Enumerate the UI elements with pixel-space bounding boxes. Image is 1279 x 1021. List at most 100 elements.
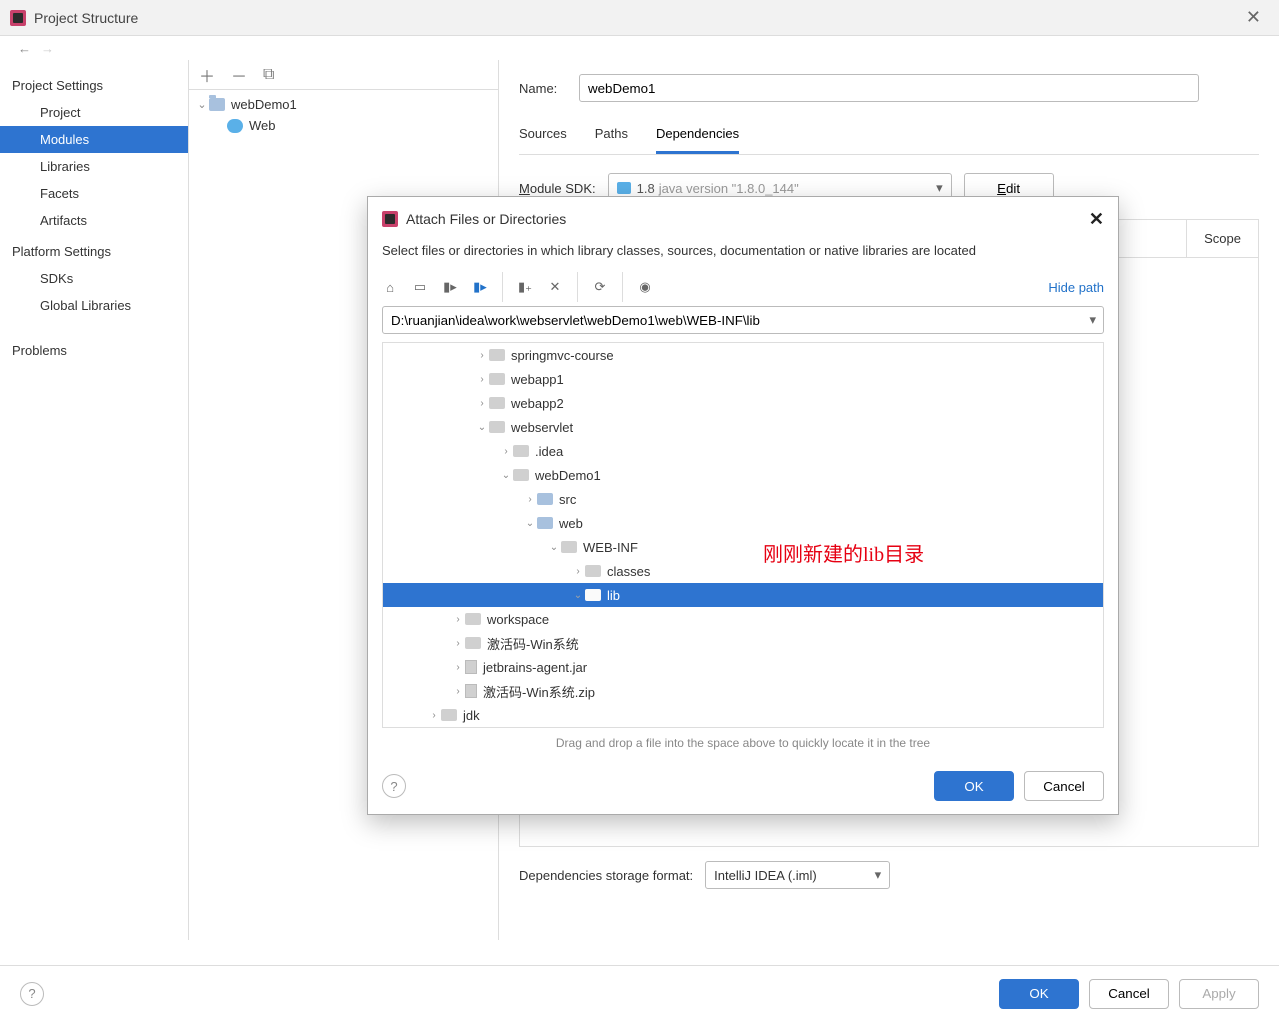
apply-button: Apply: [1179, 979, 1259, 1009]
chevron-icon[interactable]: ⌄: [499, 470, 513, 481]
folder-icon: [441, 709, 457, 721]
sdk-version: java version "1.8.0_144": [659, 181, 799, 196]
sidebar-item-facets[interactable]: Facets: [0, 180, 188, 207]
storage-label: Dependencies storage format:: [519, 868, 693, 883]
window-close-icon[interactable]: ✕: [1238, 7, 1269, 28]
folder-icon: [465, 613, 481, 625]
intellij-icon: [10, 10, 26, 26]
tab-paths[interactable]: Paths: [595, 120, 628, 154]
cancel-button[interactable]: Cancel: [1089, 979, 1169, 1009]
desktop-icon[interactable]: ▭: [412, 279, 428, 295]
tab-dependencies[interactable]: Dependencies: [656, 120, 739, 154]
file-tree-row[interactable]: ›src: [383, 487, 1103, 511]
file-tree-row[interactable]: ⌄webDemo1: [383, 463, 1103, 487]
file-tree-row[interactable]: ⌄ WEB-INF: [383, 535, 1103, 559]
delete-icon[interactable]: ✕: [547, 279, 563, 295]
module-name-input[interactable]: [579, 74, 1199, 102]
section-platform-settings: Platform Settings: [0, 234, 188, 265]
file-tree-label: WEB-INF: [583, 540, 638, 555]
project-root-icon[interactable]: ▮▸: [442, 279, 458, 295]
chevron-icon[interactable]: ›: [499, 446, 513, 457]
chevron-icon[interactable]: ›: [475, 398, 489, 409]
folder-icon: [489, 349, 505, 361]
file-tree-label: jetbrains-agent.jar: [483, 660, 587, 675]
file-tree-row[interactable]: › classes: [383, 559, 1103, 583]
chevron-down-icon[interactable]: ⌄: [195, 98, 209, 111]
sdk-name: 1.8: [637, 181, 655, 196]
file-tree-row[interactable]: ›激活码-Win系统: [383, 631, 1103, 655]
file-tree-row[interactable]: ›jdk: [383, 703, 1103, 727]
folder-icon: [561, 541, 577, 553]
sidebar-item-artifacts[interactable]: Artifacts: [0, 207, 188, 234]
name-label: Name:: [519, 81, 579, 96]
drag-hint: Drag and drop a file into the space abov…: [368, 728, 1118, 758]
scope-column-header: Scope: [1186, 220, 1258, 257]
file-tree-row[interactable]: ⌄ lib: [383, 583, 1103, 607]
chevron-icon[interactable]: ›: [523, 494, 537, 505]
file-tree-label: webapp1: [511, 372, 564, 387]
file-tree-row[interactable]: ›workspace: [383, 607, 1103, 631]
file-tree-label: lib: [607, 588, 620, 603]
chevron-icon[interactable]: ⌄: [475, 422, 489, 433]
section-project-settings: Project Settings: [0, 68, 188, 99]
file-tree-row[interactable]: ›.idea: [383, 439, 1103, 463]
sidebar-item-libraries[interactable]: Libraries: [0, 153, 188, 180]
add-icon[interactable]: ＋: [199, 63, 215, 87]
window-title: Project Structure: [34, 10, 138, 26]
file-tree-row[interactable]: ›激活码-Win系统.zip: [383, 679, 1103, 703]
refresh-icon[interactable]: ⟳: [592, 279, 608, 295]
storage-format-select[interactable]: IntelliJ IDEA (.iml): [705, 861, 890, 889]
file-tree-row[interactable]: ›webapp2: [383, 391, 1103, 415]
tree-label: webDemo1: [231, 97, 297, 112]
folder-icon: [537, 517, 553, 529]
folder-icon: [209, 98, 225, 111]
nav-back-icon[interactable]: ←: [18, 41, 31, 56]
new-folder-icon[interactable]: ▮₊: [517, 279, 533, 295]
chevron-icon[interactable]: ›: [451, 638, 465, 649]
sidebar-item-sdks[interactable]: SDKs: [0, 265, 188, 292]
file-tree-row[interactable]: › webapp1: [383, 367, 1103, 391]
chevron-icon[interactable]: ›: [475, 350, 489, 361]
help-icon[interactable]: ?: [20, 982, 44, 1006]
home-icon[interactable]: ⌂: [382, 280, 398, 295]
sidebar-item-project[interactable]: Project: [0, 99, 188, 126]
modal-help-icon[interactable]: ?: [382, 774, 406, 798]
tree-row-root[interactable]: ⌄ webDemo1: [189, 94, 498, 115]
tree-label: Web: [249, 118, 276, 133]
file-tree-label: classes: [607, 564, 650, 579]
folder-icon: [489, 421, 505, 433]
module-root-icon[interactable]: ▮▸: [472, 279, 488, 295]
chevron-icon[interactable]: ›: [451, 614, 465, 625]
copy-icon[interactable]: ⧉: [263, 66, 274, 84]
remove-icon[interactable]: －: [231, 63, 247, 87]
file-tree-row[interactable]: ›springmvc-course: [383, 343, 1103, 367]
tree-row-web[interactable]: Web: [189, 115, 498, 136]
modal-close-icon[interactable]: ✕: [1089, 209, 1104, 230]
modal-cancel-button[interactable]: Cancel: [1024, 771, 1104, 801]
chevron-icon[interactable]: ›: [571, 566, 585, 577]
chevron-icon[interactable]: ›: [427, 710, 441, 721]
hide-path-link[interactable]: Hide path: [1048, 280, 1104, 295]
file-tree-row[interactable]: ⌄webservlet: [383, 415, 1103, 439]
chevron-icon[interactable]: ›: [451, 686, 465, 697]
sidebar-item-problems[interactable]: Problems: [0, 337, 188, 364]
chevron-icon[interactable]: ⌄: [547, 542, 561, 553]
folder-icon: [489, 397, 505, 409]
storage-value: IntelliJ IDEA (.iml): [714, 868, 817, 883]
sidebar-item-modules[interactable]: Modules: [0, 126, 188, 153]
file-tree[interactable]: ›springmvc-course›webapp1›webapp2⌄webser…: [382, 342, 1104, 728]
ok-button[interactable]: OK: [999, 979, 1079, 1009]
sidebar-item-global-libraries[interactable]: Global Libraries: [0, 292, 188, 319]
module-sdk-label: Module SDK:: [519, 181, 596, 196]
chevron-icon[interactable]: ›: [475, 374, 489, 385]
file-tree-row[interactable]: ⌄web: [383, 511, 1103, 535]
file-tree-row[interactable]: › jetbrains-agent.jar: [383, 655, 1103, 679]
modal-ok-button[interactable]: OK: [934, 771, 1014, 801]
tab-sources[interactable]: Sources: [519, 120, 567, 154]
chevron-icon[interactable]: ⌄: [523, 518, 537, 529]
nav-forward-icon[interactable]: →: [41, 41, 54, 56]
chevron-icon[interactable]: ⌄: [571, 590, 585, 601]
chevron-icon[interactable]: ›: [451, 662, 465, 673]
path-input[interactable]: [382, 306, 1104, 334]
show-hidden-icon[interactable]: ◉: [637, 279, 653, 295]
